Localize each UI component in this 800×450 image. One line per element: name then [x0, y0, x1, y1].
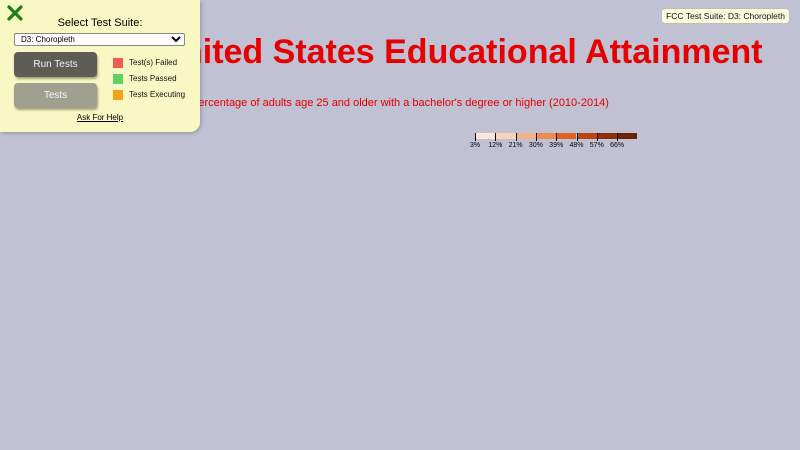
legend-tick: [515, 133, 517, 141]
legend-swatch: [556, 133, 577, 139]
legend-tick-label: 48%: [569, 142, 584, 149]
select-suite-label: Select Test Suite:: [57, 17, 143, 29]
legend-tick-label: 21%: [508, 142, 523, 149]
legend-tick-label: 39%: [549, 142, 564, 149]
legend-swatch: [495, 133, 516, 139]
legend-tick-label: 3%: [469, 142, 481, 149]
legend-tick-label: 30%: [528, 142, 543, 149]
ask-for-help-link[interactable]: Ask For Help: [0, 113, 200, 122]
legend-tick: [596, 133, 598, 141]
legend-tick: [535, 133, 537, 141]
legend-tick: [617, 133, 619, 141]
legend-tick: [495, 133, 497, 141]
legend-swatch: [535, 133, 557, 139]
status-passed-label: Tests Passed: [129, 74, 177, 83]
status-failed-label: Test(s) Failed: [129, 58, 178, 67]
legend-swatch: [617, 133, 638, 139]
legend-swatch: [576, 133, 597, 139]
legend-swatch: [515, 133, 536, 139]
test-panel: Select Test Suite: D3: Choropleth Run Te…: [0, 0, 200, 132]
tests-button[interactable]: Tests: [14, 83, 97, 108]
legend-tick: [576, 133, 578, 141]
legend: 3% 12% 21% 30% 39% 48% 57% 66%: [470, 130, 645, 155]
failed-swatch: [113, 58, 123, 68]
legend-swatch: [596, 133, 618, 139]
legend-tick: [475, 133, 476, 141]
test-suite-select[interactable]: D3: Choropleth: [14, 33, 185, 46]
test-suite-badge: FCC Test Suite: D3: Choropleth: [661, 8, 790, 24]
legend-swatch: [475, 133, 496, 139]
legend-tick: [556, 133, 558, 141]
passed-swatch: [113, 74, 123, 84]
legend-tick-label: 66%: [610, 142, 625, 149]
run-tests-button[interactable]: Run Tests: [14, 52, 97, 77]
status-executing-label: Tests Executing: [129, 90, 186, 99]
legend-tick-label: 57%: [589, 142, 604, 149]
page: United States Educational Attainment Per…: [0, 0, 800, 450]
legend-tick-label: 12%: [488, 142, 503, 149]
executing-swatch: [113, 90, 123, 100]
